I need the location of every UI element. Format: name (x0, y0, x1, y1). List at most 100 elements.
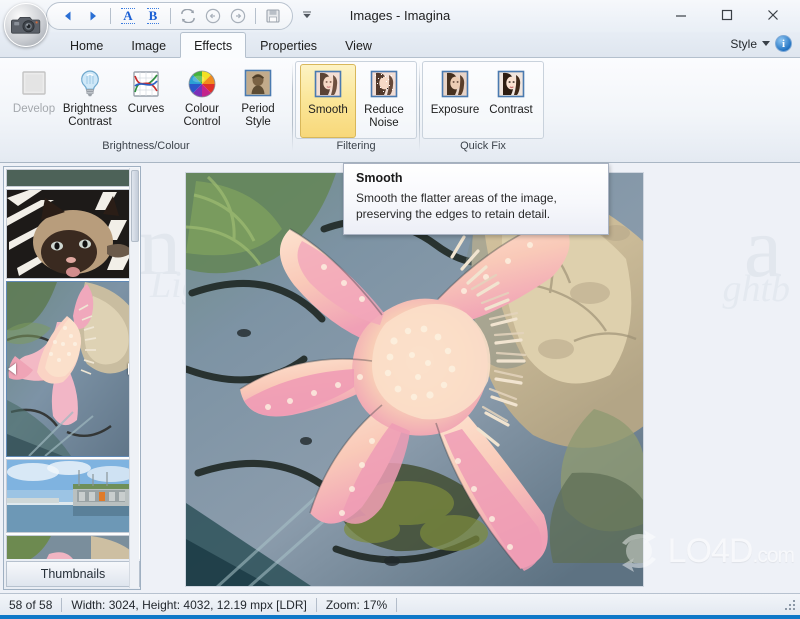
scrollbar-thumb[interactable] (131, 170, 139, 242)
minimize-button[interactable] (658, 1, 704, 29)
status-divider (396, 597, 398, 612)
quick-access-overflow-button[interactable] (300, 8, 314, 22)
list-item[interactable] (6, 459, 138, 533)
b-chip-icon: B (146, 8, 160, 24)
exposure-portrait-icon (441, 70, 469, 98)
a-chip-icon: A (121, 8, 136, 24)
ribbon-button-label: Colour Control (183, 103, 221, 128)
list-item[interactable] (6, 169, 138, 187)
back-button[interactable] (202, 5, 224, 27)
thumbnails-scrollbar[interactable] (129, 168, 139, 588)
contrast-portrait-icon (497, 70, 525, 98)
prev-triangle-icon (65, 11, 71, 21)
starfish-photo-image (186, 173, 643, 586)
camera-icon (11, 17, 41, 34)
ribbon-button-label: Contrast (489, 104, 533, 116)
tab-home[interactable]: Home (56, 32, 117, 58)
waterfront-thumbnail-image (7, 460, 137, 532)
compare-b-button[interactable]: B (142, 5, 164, 27)
toolbar-separator (255, 8, 256, 24)
ribbon-button-brightness-contrast[interactable]: Brightness Contrast (62, 63, 118, 137)
ribbon-button-label: Develop (12, 103, 56, 115)
floppy-disk-icon (266, 9, 280, 23)
ribbon-tabs: Home Image Effects Properties View (56, 32, 386, 58)
ribbon-button-exposure[interactable]: Exposure (427, 64, 483, 138)
status-image-index: 58 of 58 (9, 597, 53, 612)
ribbon-button-label: Smooth (308, 104, 348, 116)
tab-properties[interactable]: Properties (246, 32, 331, 58)
ribbon-button-label: Brightness Contrast (62, 103, 118, 128)
tooltip-body: Smooth the flatter areas of the image, p… (356, 191, 557, 221)
status-image-dimensions: Width: 3024, Height: 4032, 12.19 mpx [LD… (71, 597, 307, 612)
ribbon-button-period-style[interactable]: Period Style (230, 63, 286, 137)
ribbon-group-quick-fix: Exposure Contrast Quick Fix (422, 61, 544, 159)
next-button[interactable] (82, 5, 104, 27)
previous-button[interactable] (57, 5, 79, 27)
list-item[interactable] (6, 281, 140, 457)
chevron-down-icon[interactable] (762, 41, 770, 46)
window-bottom-edge (0, 615, 800, 619)
ribbon-tabstrip: Home Image Effects Properties View Style… (0, 32, 800, 58)
curves-graph-icon (133, 71, 159, 97)
ribbon-button-develop[interactable]: Develop (6, 63, 62, 137)
thumbnail-prev-arrow[interactable] (8, 363, 16, 375)
quick-access-toolbar: A B (46, 2, 293, 30)
ribbon-button-label: Period Style (241, 103, 275, 128)
colour-wheel-icon (188, 70, 216, 98)
info-button[interactable]: i (775, 35, 792, 52)
status-bar: 58 of 58 Width: 3024, Height: 4032, 12.1… (0, 593, 800, 615)
chevron-down-icon (303, 11, 311, 19)
list-item[interactable] (6, 535, 138, 559)
cat-thumbnail-image (7, 190, 137, 278)
save-button[interactable] (262, 5, 284, 27)
ribbon-group-label: Quick Fix (460, 140, 506, 152)
application-window: Images - Imagina A B Home Image Effects … (0, 0, 800, 619)
refresh-button[interactable] (177, 5, 199, 27)
tab-image[interactable]: Image (117, 32, 180, 58)
ribbon-button-colour-control[interactable]: Colour Control (174, 63, 230, 137)
refresh-arrows-icon (181, 9, 195, 23)
thumbnails-panel: Thumbnails (3, 166, 141, 590)
blank-square-icon (22, 71, 46, 95)
starfish-thumbnail-partial-image (7, 536, 137, 559)
ribbon-group-label: Brightness/Colour (102, 140, 190, 152)
ribbon-button-contrast[interactable]: Contrast (483, 64, 539, 138)
tab-effects[interactable]: Effects (180, 32, 247, 58)
style-dropdown[interactable]: Style (730, 37, 757, 51)
window-controls (658, 0, 796, 30)
toolbar-separator (170, 8, 171, 24)
close-button[interactable] (750, 1, 796, 29)
ribbon-button-label: Reduce Noise (364, 104, 404, 129)
status-zoom-level: Zoom: 17% (325, 597, 388, 612)
ribbon-button-smooth[interactable]: Smooth (300, 64, 356, 138)
ribbon-group-brightness-colour: Develop Brightness Contrast Curves Colou… (2, 61, 290, 159)
list-item[interactable] (6, 189, 138, 279)
ribbon-group-separator (292, 63, 293, 151)
forward-circle-icon (230, 8, 246, 24)
sepia-portrait-icon (244, 69, 272, 97)
ribbon-button-reduce-noise[interactable]: Reduce Noise (356, 64, 412, 138)
tooltip-title: Smooth (356, 171, 403, 185)
compare-a-button[interactable]: A (117, 5, 139, 27)
app-menu-button[interactable] (4, 3, 48, 47)
style-area: Style i (730, 35, 792, 52)
ribbon-group-separator (419, 63, 420, 151)
maximize-button[interactable] (704, 1, 750, 29)
starfish-thumbnail-image (6, 282, 140, 457)
tooltip-smooth: Smooth Smooth the flatter areas of the i… (343, 163, 609, 235)
resize-grip[interactable] (783, 598, 797, 612)
toolbar-separator (110, 8, 111, 24)
ribbon-group-label: Filtering (336, 140, 376, 152)
tab-view[interactable]: View (331, 32, 386, 58)
ribbon-group-filtering: Smooth Reduce Noise Filtering (295, 61, 417, 159)
ribbon-button-label: Exposure (430, 104, 480, 116)
noise-portrait-icon (370, 70, 398, 98)
smooth-portrait-icon (314, 70, 342, 98)
thumbnails-list[interactable] (6, 169, 140, 559)
ribbon-button-label: Curves (127, 103, 165, 115)
ribbon-button-curves[interactable]: Curves (118, 63, 174, 137)
ribbon-panel: Develop Brightness Contrast Curves Colou… (0, 58, 800, 163)
forward-button[interactable] (227, 5, 249, 27)
thumbnails-caption: Thumbnails (6, 561, 140, 587)
next-triangle-icon (90, 11, 96, 21)
